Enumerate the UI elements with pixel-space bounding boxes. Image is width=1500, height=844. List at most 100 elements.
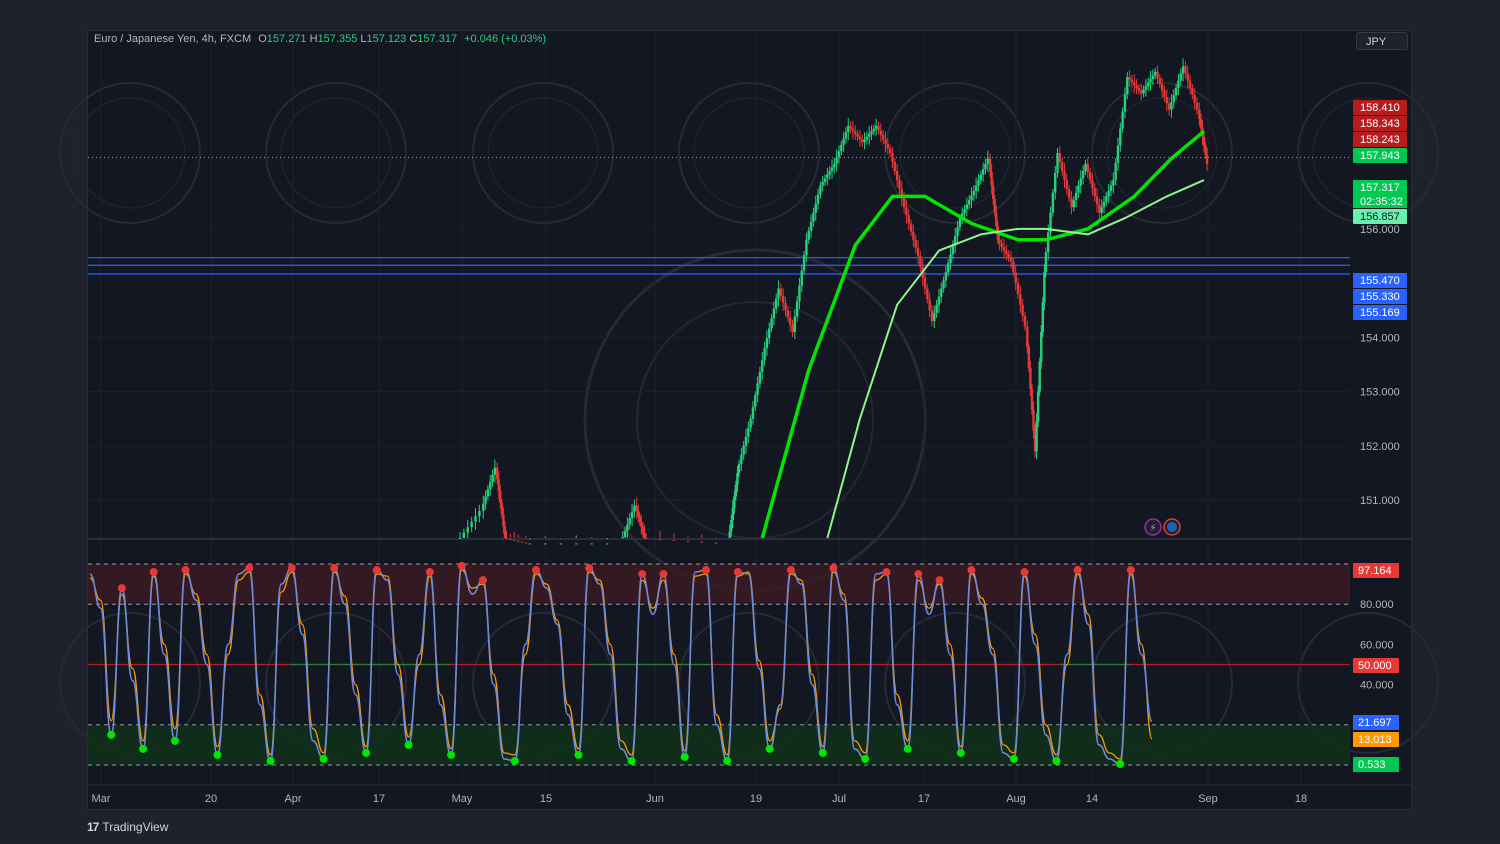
price-tick-label: 156.000 <box>1360 224 1400 236</box>
candle-body <box>849 125 852 129</box>
candle-body <box>891 153 894 163</box>
candle-body <box>644 538 648 539</box>
oscillator-tags: 97.164 50.000 21.697 13.013 0.533 <box>1353 563 1399 772</box>
candle-body <box>1041 302 1044 332</box>
candle-body <box>524 542 528 544</box>
candle-body <box>621 537 624 539</box>
candle-body <box>872 128 876 132</box>
chart-canvas[interactable]: 151.000 152.000 153.000 154.000 156.000 158.… <box>0 0 1500 844</box>
time-tick-label: May <box>452 793 473 805</box>
buy-signal-dot <box>1052 756 1061 765</box>
watermark-seal-inner <box>487 97 599 209</box>
candle-body <box>984 163 987 170</box>
candle-body <box>988 158 992 172</box>
candle-body <box>788 317 792 325</box>
osc-tag-label: 13.013 <box>1358 734 1392 746</box>
candle-body <box>1195 102 1199 110</box>
candle-body <box>658 538 662 540</box>
candle-body <box>1135 85 1138 88</box>
candle-body <box>914 239 917 248</box>
candle-body <box>1009 257 1013 262</box>
candle-body <box>898 180 901 190</box>
candle-body <box>851 128 855 132</box>
candle-body <box>868 134 871 137</box>
candle-body <box>956 227 959 237</box>
candle-body <box>1098 204 1101 213</box>
candle-body <box>590 543 593 545</box>
candle-body <box>1014 272 1017 284</box>
candle-body <box>1202 136 1206 146</box>
candle-body <box>781 295 785 304</box>
candle-body <box>484 496 487 504</box>
candle-body <box>1072 200 1075 208</box>
candle-body <box>758 371 762 384</box>
candle-body <box>840 144 843 152</box>
time-tick-label: Mar <box>92 793 111 805</box>
candle-body <box>802 255 806 271</box>
candle-body <box>947 263 950 273</box>
candle-body <box>736 472 739 485</box>
symbol-legend[interactable]: Euro / Japanese Yen, 4h, FXCM O157.271 H… <box>94 33 546 45</box>
time-tick-label: 17 <box>918 793 930 805</box>
candle-body <box>1016 283 1020 294</box>
candle-body <box>1070 198 1073 208</box>
event-icons[interactable]: ⚡ <box>1144 518 1181 536</box>
flag-eu-inner <box>1167 522 1177 532</box>
candle-body <box>1156 71 1159 79</box>
candle-body <box>970 195 973 201</box>
candle-body <box>731 508 734 520</box>
candle-body <box>888 148 892 154</box>
buy-signal-dot <box>1116 759 1125 768</box>
candle-body <box>1044 252 1048 273</box>
candle-body <box>754 395 757 407</box>
candle-body <box>1105 196 1108 202</box>
high-label: H <box>309 33 318 45</box>
candle-body <box>1086 163 1089 172</box>
sell-signal-dot <box>287 564 296 573</box>
candle-body <box>1088 172 1092 181</box>
watermark-seal <box>59 82 201 224</box>
candle-body <box>482 503 485 511</box>
buy-signal-dot <box>574 750 583 759</box>
candle-body <box>686 540 690 542</box>
candle-body <box>821 181 824 186</box>
candle-body <box>1205 154 1209 164</box>
candle-body <box>1116 145 1120 163</box>
sell-signal-dot <box>372 566 381 575</box>
price-tag-label: 155.330 <box>1360 291 1400 303</box>
price-tag-label: 155.470 <box>1360 275 1400 287</box>
sell-signal-dot <box>733 568 742 577</box>
candle-body <box>1199 118 1203 128</box>
candle-body <box>842 138 845 145</box>
candle-body <box>1029 368 1032 389</box>
candle-body <box>635 505 638 511</box>
moving-average-line <box>760 129 1206 539</box>
sell-signal-dot <box>330 564 339 573</box>
currency-button[interactable]: JPY <box>1356 32 1408 50</box>
candle-body <box>1102 201 1106 208</box>
candle-body <box>912 231 915 240</box>
time-tick-label: 19 <box>750 793 762 805</box>
candle-body <box>1026 326 1029 348</box>
price-tag-label: 157.317 <box>1360 182 1400 194</box>
tradingview-logo-icon: 17 <box>87 820 99 834</box>
tradingview-brand[interactable]: 17 TradingView <box>87 820 168 834</box>
price-tag-label: 157.943 <box>1360 150 1400 162</box>
sell-signal-dot <box>585 564 594 573</box>
buy-signal-dot <box>139 744 148 753</box>
buy-signal-dot <box>107 730 116 739</box>
candle-body <box>544 543 547 545</box>
buy-signal-dot <box>404 740 413 749</box>
candle-body <box>641 527 645 533</box>
candle-body <box>528 543 531 545</box>
candle-body <box>1107 190 1110 197</box>
price-tick-label: 151.000 <box>1360 495 1400 507</box>
candle-body <box>1051 192 1055 213</box>
candle-body <box>513 539 516 541</box>
candle-body <box>942 280 945 289</box>
time-tick-label: 20 <box>205 793 217 805</box>
candle-body <box>819 185 822 195</box>
candle-body <box>1186 73 1189 81</box>
osc-tag-label: 97.164 <box>1358 565 1392 577</box>
price-tag-label: 155.169 <box>1360 307 1400 319</box>
